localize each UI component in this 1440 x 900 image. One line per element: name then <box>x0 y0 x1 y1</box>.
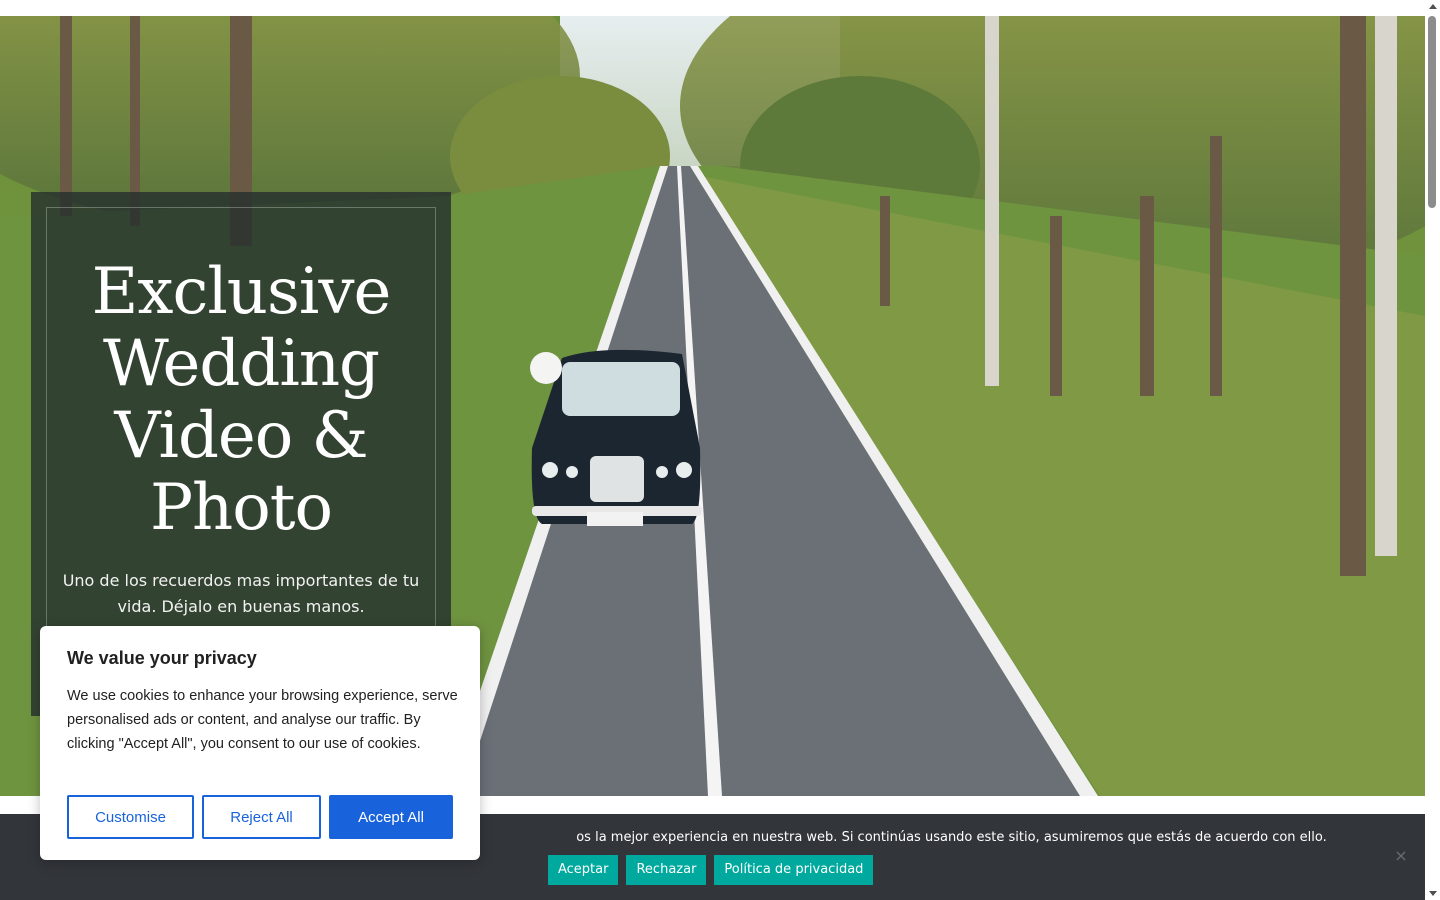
privacy-policy-button[interactable]: Política de privacidad <box>714 855 874 885</box>
cookie-notice-buttons: Aceptar Rechazar Política de privacidad <box>548 855 874 885</box>
privacy-consent-modal: We value your privacy We use cookies to … <box>40 626 480 860</box>
customise-button[interactable]: Customise <box>67 795 194 839</box>
reject-all-button[interactable]: Reject All <box>202 795 321 839</box>
scroll-down-icon[interactable] <box>1429 891 1437 896</box>
hero-title-line: Photo <box>149 471 333 545</box>
scrollbar-thumb[interactable] <box>1428 16 1436 208</box>
privacy-modal-title: We value your privacy <box>67 648 257 668</box>
privacy-modal-body: We use cookies to enhance your browsing … <box>67 688 458 752</box>
accept-all-button[interactable]: Accept All <box>329 795 453 839</box>
privacy-modal-buttons: Customise Reject All Accept All <box>67 795 453 839</box>
hero-title-line: Wedding <box>102 327 380 401</box>
close-icon[interactable]: × <box>1393 848 1409 864</box>
scroll-up-icon[interactable] <box>1429 4 1437 9</box>
rechazar-button[interactable]: Rechazar <box>626 855 707 885</box>
aceptar-button[interactable]: Aceptar <box>548 855 619 885</box>
hero-title-line: Exclusive <box>91 255 392 329</box>
hero-subtitle: Uno de los recuerdos mas importantes de … <box>62 571 420 616</box>
hero-title-line: Video & <box>114 399 368 473</box>
hero-title: Exclusive Wedding Video & Photo <box>31 256 451 544</box>
page-scrollbar[interactable] <box>1425 0 1440 900</box>
